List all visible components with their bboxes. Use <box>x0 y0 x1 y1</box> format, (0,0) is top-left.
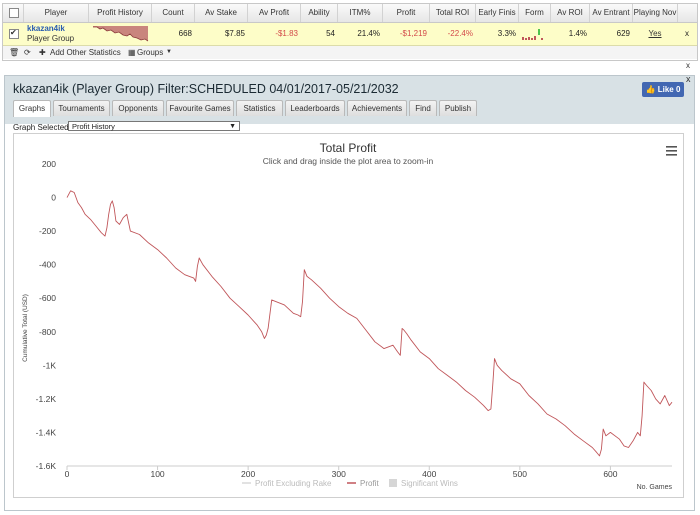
header-av-entrant[interactable]: Av Entrant <box>590 4 633 22</box>
tab-achievements[interactable]: Achievements <box>347 100 407 116</box>
cell-profit: -$1,219 <box>399 29 427 38</box>
table-toolbar: 🗑 ⟳ ✚ Add Other Statistics ▦ Groups ▼ <box>3 46 697 59</box>
chart-title: Total Profit <box>320 141 377 155</box>
table-row[interactable]: kkazan4ik Player Group 668 $7.85 -$1.83 … <box>3 23 697 46</box>
cell-count: 668 <box>178 29 192 38</box>
graph-select-dropdown[interactable]: Profit History ▼ <box>68 121 240 131</box>
header-form[interactable]: Form <box>519 4 551 22</box>
header-profit-history[interactable]: Profit History <box>89 4 152 22</box>
y-tick-label: -1K <box>43 360 57 370</box>
y-tick-label: -1.4K <box>36 427 57 437</box>
x-tick-label: 100 <box>150 469 164 479</box>
cell-ability: 54 <box>326 29 335 38</box>
x-tick-label: 0 <box>65 469 70 479</box>
header-profit[interactable]: Profit <box>383 4 430 22</box>
header-select-cell[interactable] <box>3 4 24 22</box>
series-line-profit[interactable] <box>66 190 673 457</box>
y-tick-label: -400 <box>39 260 56 270</box>
x-tick-label: 600 <box>603 469 617 479</box>
tab-publish[interactable]: Publish <box>439 100 477 116</box>
header-total-roi[interactable]: Total ROI <box>430 4 476 22</box>
y-tick-label: -600 <box>39 293 56 303</box>
x-tick-label: 300 <box>332 469 346 479</box>
tab-leaderboards[interactable]: Leaderboards <box>285 100 345 116</box>
cell-itm: 21.4% <box>357 29 380 38</box>
add-other-statistics-button[interactable]: Add Other Statistics <box>50 47 121 58</box>
chart-subtitle: Click and drag inside the plot area to z… <box>263 156 434 166</box>
header-player[interactable]: Player <box>24 4 89 22</box>
header-av-profit[interactable]: Av Profit <box>248 4 301 22</box>
legend-marker-significant-wins <box>389 479 397 487</box>
player-panel: kkazan4ik (Player Group) Filter:SCHEDULE… <box>4 74 695 511</box>
groups-button[interactable]: Groups <box>137 47 163 58</box>
tab-favourite-games[interactable]: Favourite Games <box>166 100 234 116</box>
tab-graphs[interactable]: Graphs <box>13 100 51 117</box>
legend-item-profit[interactable]: Profit <box>360 479 379 488</box>
y-tick-label: -200 <box>39 226 56 236</box>
groups-icon: ▦ <box>128 48 136 57</box>
header-itm[interactable]: ITM% <box>338 4 383 22</box>
y-tick-label: -1.2K <box>36 394 57 404</box>
chevron-down-icon[interactable]: ▼ <box>166 47 172 58</box>
header-av-stake[interactable]: Av Stake <box>195 4 248 22</box>
header-av-roi[interactable]: Av ROI <box>551 4 590 22</box>
stats-table-header: Player Profit History Count Av Stake Av … <box>3 4 697 23</box>
player-name-link[interactable]: kkazan4ik <box>27 24 65 33</box>
cell-early-finish: 3.3% <box>497 29 516 38</box>
cell-av-roi: 1.4% <box>568 29 587 38</box>
y-tick-label: 200 <box>42 159 56 169</box>
add-icon[interactable]: ✚ <box>39 47 46 58</box>
x-tick-label: 500 <box>513 469 527 479</box>
playing-now-link[interactable]: Yes <box>633 23 677 45</box>
y-axis-label: Cumulative Total (USD) <box>22 294 29 362</box>
trash-icon[interactable]: 🗑 <box>9 47 19 58</box>
cell-av-profit: -$1.83 <box>275 29 298 38</box>
stats-table: Player Profit History Count Av Stake Av … <box>2 3 698 61</box>
row-remove-button[interactable]: x <box>681 23 693 45</box>
refresh-icon[interactable]: ⟳ <box>24 47 31 58</box>
header-early-finish[interactable]: Early Finis <box>476 4 519 22</box>
table-close-button[interactable]: x <box>686 61 690 70</box>
panel-header: kkazan4ik (Player Group) Filter:SCHEDULE… <box>5 74 694 124</box>
cell-av-stake: $7.85 <box>224 29 245 38</box>
legend-item-significant-wins[interactable]: Significant Wins <box>401 479 458 488</box>
tab-opponents[interactable]: Opponents <box>112 100 164 116</box>
y-tick-label: -1.6K <box>36 461 57 471</box>
graph-select-value: Profit History <box>72 122 115 131</box>
profit-chart[interactable]: Total Profit Click and drag inside the p… <box>14 134 683 497</box>
y-tick-label: 0 <box>51 193 56 203</box>
chart-legend: Profit Excluding Rake Profit Significant… <box>242 479 458 488</box>
row-checkbox[interactable] <box>9 28 19 39</box>
menu-hamburger-icon[interactable] <box>666 146 677 156</box>
facebook-like-button[interactable]: 👍 Like 0 <box>642 82 684 97</box>
legend-item-profit-excl-rake[interactable]: Profit Excluding Rake <box>255 479 332 488</box>
profit-history-sparkline[interactable] <box>93 26 149 43</box>
tab-find[interactable]: Find <box>409 100 437 116</box>
cell-total-roi: -22.4% <box>447 29 473 38</box>
x-tick-label: 400 <box>422 469 436 479</box>
series-layer <box>66 190 673 457</box>
x-axis: 0 100 200 300 400 500 600 <box>65 465 672 479</box>
header-count[interactable]: Count <box>152 4 195 22</box>
tab-tournaments[interactable]: Tournaments <box>53 100 110 116</box>
dropdown-arrow-icon: ▼ <box>229 123 236 130</box>
thumbs-up-icon: 👍 <box>645 85 656 94</box>
tab-statistics[interactable]: Statistics <box>236 100 283 116</box>
header-ability[interactable]: Ability <box>301 4 338 22</box>
x-tick-label: 200 <box>241 469 255 479</box>
form-sparkline <box>522 29 543 40</box>
header-playing-now[interactable]: Playing Nov <box>633 4 678 22</box>
x-axis-label: No. Games <box>637 484 673 491</box>
panel-close-button[interactable]: x <box>686 74 691 84</box>
like-label: Like 0 <box>657 85 681 94</box>
panel-title: kkazan4ik (Player Group) Filter:SCHEDULE… <box>13 82 399 96</box>
chart-container[interactable]: Total Profit Click and drag inside the p… <box>13 133 684 498</box>
y-tick-label: -800 <box>39 327 56 337</box>
cell-av-entrant: 629 <box>616 29 630 38</box>
select-all-checkbox[interactable] <box>9 8 19 18</box>
y-axis: 200 0 -200 -400 -600 -800 -1K -1.2K -1.4K -1.6K <box>36 159 57 471</box>
player-group-label: Player Group <box>27 34 75 43</box>
graph-selected-label: Graph Selected: <box>13 123 71 132</box>
